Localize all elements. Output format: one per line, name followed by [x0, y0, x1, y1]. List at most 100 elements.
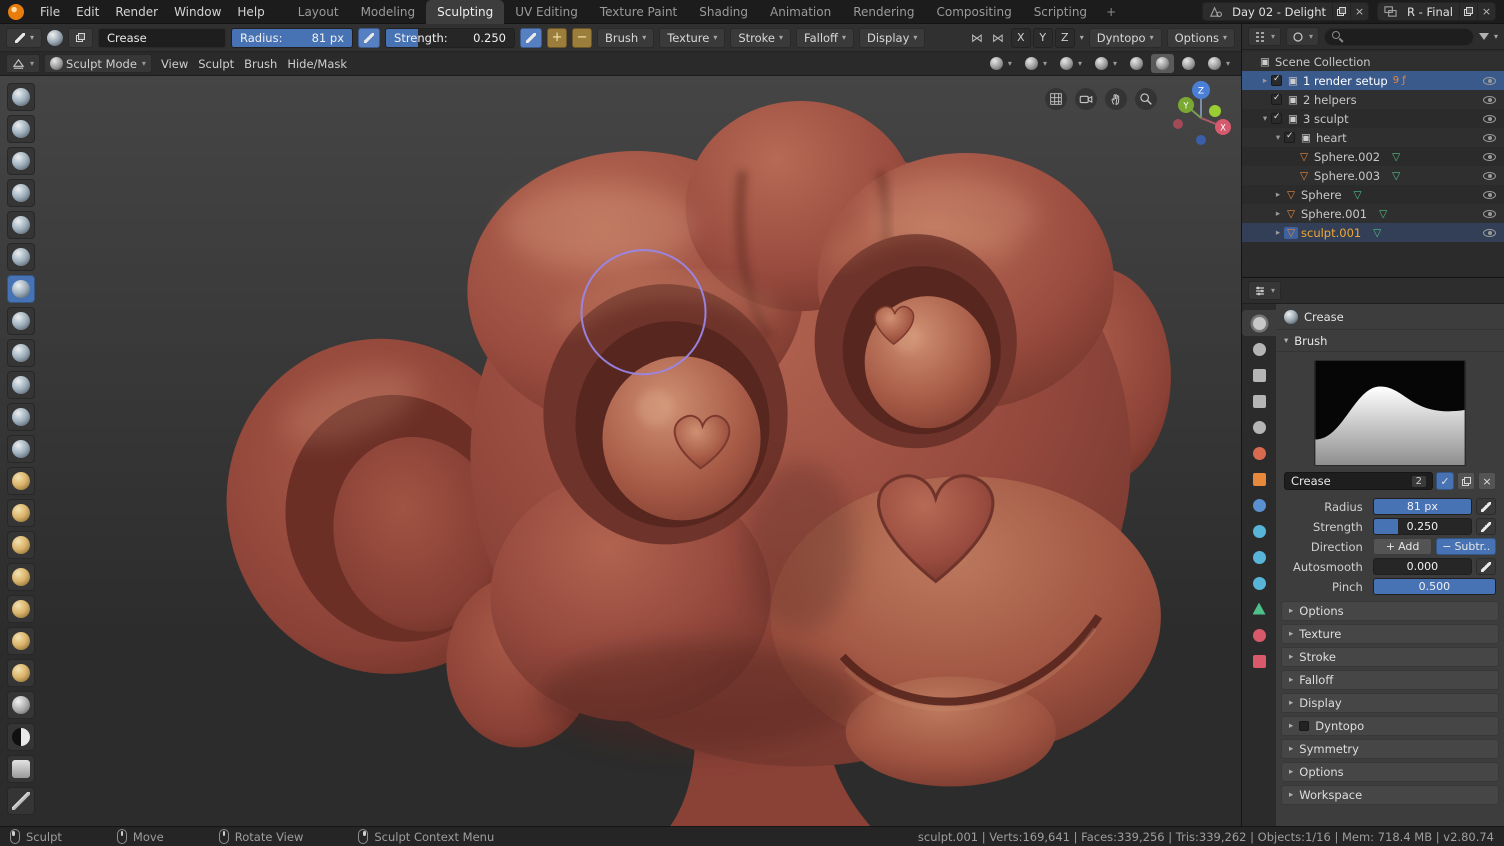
mirror-axis-toggle[interactable]: Y: [1032, 27, 1053, 48]
outliner-item-label[interactable]: 3 sculpt: [1303, 112, 1349, 126]
browse-brush-button[interactable]: [68, 27, 94, 48]
shading-rendered-icon[interactable]: [1203, 54, 1235, 73]
strength-pressure-toggle[interactable]: [520, 27, 543, 48]
mirror-axis-toggle[interactable]: X: [1010, 27, 1031, 48]
outliner-item-label[interactable]: Sphere.002: [1314, 150, 1380, 164]
panel-section-header[interactable]: ▸ Stroke: [1281, 647, 1499, 667]
radius-pressure-toggle[interactable]: [1476, 498, 1496, 515]
tab-material[interactable]: [1242, 622, 1276, 648]
visibility-dropdown-icon[interactable]: [985, 54, 1017, 73]
expand-arrow-icon[interactable]: ▾: [1272, 133, 1284, 143]
clay-strips-brush-button[interactable]: [7, 147, 35, 175]
menu-item[interactable]: Window: [166, 0, 229, 24]
box-mask-brush-button[interactable]: [7, 755, 35, 783]
inflate-brush-button[interactable]: [7, 211, 35, 239]
gizmos-dropdown-icon[interactable]: [1090, 54, 1122, 73]
new-scene-button[interactable]: [1332, 3, 1350, 20]
flatten-brush-button[interactable]: [7, 339, 35, 367]
direction-subtract-toggle[interactable]: −: [572, 27, 593, 48]
crease-brush-button[interactable]: [7, 275, 35, 303]
tab-physics[interactable]: [1242, 544, 1276, 570]
viewport-menu-item[interactable]: View: [156, 54, 193, 73]
chevron-down-icon[interactable]: ▾: [1494, 32, 1498, 41]
collection-checkbox[interactable]: [1271, 112, 1282, 124]
outliner-search-input[interactable]: [1324, 27, 1474, 46]
editor-type-button[interactable]: [6, 54, 41, 73]
slide-relax-brush-button[interactable]: [7, 691, 35, 719]
zoom-icon[interactable]: [1135, 88, 1157, 110]
fake-user-toggle[interactable]: ✓: [1436, 472, 1454, 490]
viewport-menu-item[interactable]: Brush: [239, 54, 282, 73]
close-view-layer-button[interactable]: ×: [1477, 3, 1495, 20]
close-scene-button[interactable]: ×: [1350, 3, 1368, 20]
pinch-brush-button[interactable]: [7, 435, 35, 463]
radius-pressure-toggle[interactable]: [358, 27, 381, 48]
hide-eye-icon[interactable]: [1483, 76, 1496, 85]
hide-eye-icon[interactable]: [1483, 171, 1496, 180]
blender-logo-icon[interactable]: [8, 3, 24, 20]
workspace-tab[interactable]: Compositing: [925, 0, 1022, 24]
outliner-item-label[interactable]: heart: [1316, 131, 1347, 145]
strength-slider[interactable]: Strength: 0.250: [385, 27, 516, 48]
expand-arrow-icon[interactable]: ▾: [1259, 114, 1271, 124]
properties-editor-type-button[interactable]: [1248, 281, 1282, 300]
expand-arrow-icon[interactable]: ▸: [1272, 190, 1284, 200]
autosmooth-pressure-toggle[interactable]: [1476, 558, 1496, 575]
tool-header-dropdown[interactable]: Texture ▾: [659, 27, 726, 48]
tab-world[interactable]: [1242, 440, 1276, 466]
panel-checkbox[interactable]: [1299, 721, 1310, 731]
elastic-deform-brush-button[interactable]: [7, 499, 35, 527]
navigation-gizmo[interactable]: Z Y X: [1167, 80, 1235, 148]
scrape-brush-button[interactable]: [7, 403, 35, 431]
outliner-item-label[interactable]: 1 render setup: [1303, 74, 1388, 88]
outliner-row[interactable]: ▸ ▽ sculpt.001 ▽: [1242, 223, 1504, 242]
direction-subtract-button[interactable]: − Subtr..: [1436, 538, 1497, 555]
fill-brush-button[interactable]: [7, 371, 35, 399]
viewport-3d[interactable]: Z Y X: [0, 76, 1241, 826]
strength-field[interactable]: 0.250: [1372, 518, 1472, 535]
duplicate-brush-button[interactable]: [1457, 472, 1475, 490]
scene-name[interactable]: Day 02 - Delight: [1226, 5, 1332, 19]
outliner-row[interactable]: ▣ Scene Collection: [1242, 52, 1504, 71]
hide-eye-icon[interactable]: [1483, 152, 1496, 161]
panel-section-header[interactable]: ▸ Options: [1281, 601, 1499, 621]
autosmooth-field[interactable]: 0.000: [1372, 558, 1472, 575]
snake-hook-brush-button[interactable]: [7, 531, 35, 559]
workspace-tab[interactable]: Shading: [688, 0, 759, 24]
shading-solid-icon[interactable]: [1150, 54, 1174, 73]
smooth-brush-button[interactable]: [7, 307, 35, 335]
chevron-down-icon[interactable]: ▾: [1080, 33, 1084, 42]
tab-active-tool[interactable]: [1242, 310, 1276, 336]
radius-slider[interactable]: Radius: 81 px: [231, 27, 354, 48]
symmetry-icon[interactable]: ⋈: [969, 31, 985, 45]
new-view-layer-button[interactable]: [1459, 3, 1477, 20]
hide-eye-icon[interactable]: [1483, 190, 1496, 199]
expand-arrow-icon[interactable]: ▸: [1272, 209, 1284, 219]
mask-brush-button[interactable]: [7, 723, 35, 751]
collection-checkbox[interactable]: [1271, 93, 1282, 105]
outliner-item-label[interactable]: Scene Collection: [1275, 55, 1371, 69]
tab-texture[interactable]: [1242, 648, 1276, 674]
draw-brush-button[interactable]: [7, 83, 35, 111]
tool-header-dropdown[interactable]: Falloff ▾: [796, 27, 854, 48]
outliner-item-label[interactable]: Sphere.003: [1314, 169, 1380, 183]
outliner-row[interactable]: ▾ ▣ 3 sculpt: [1242, 109, 1504, 128]
pinch-field[interactable]: 0.500: [1372, 578, 1496, 595]
panel-section-header[interactable]: ▸ Display: [1281, 693, 1499, 713]
workspace-tab[interactable]: UV Editing: [504, 0, 589, 24]
annotate-brush-button[interactable]: [7, 787, 35, 815]
workspace-tab[interactable]: Sculpting: [426, 0, 505, 24]
tab-modifiers[interactable]: [1242, 492, 1276, 518]
outliner-row[interactable]: ▾ ▣ heart: [1242, 128, 1504, 147]
expand-arrow-icon[interactable]: ▸: [1259, 76, 1271, 86]
workspace-tab[interactable]: +: [1098, 0, 1124, 24]
collection-checkbox[interactable]: [1271, 74, 1282, 86]
panel-section-header[interactable]: ▸ Options: [1281, 762, 1499, 782]
tab-view-layer[interactable]: [1242, 388, 1276, 414]
panel-section-header[interactable]: ▸ Dyntopo: [1281, 716, 1499, 736]
options-dropdown[interactable]: Options ▾: [1166, 27, 1235, 48]
tool-header-dropdown[interactable]: Display ▾: [859, 27, 926, 48]
menu-item[interactable]: Render: [107, 0, 166, 24]
blob-brush-button[interactable]: [7, 243, 35, 271]
overlays-dropdown-icon[interactable]: [1055, 54, 1087, 73]
